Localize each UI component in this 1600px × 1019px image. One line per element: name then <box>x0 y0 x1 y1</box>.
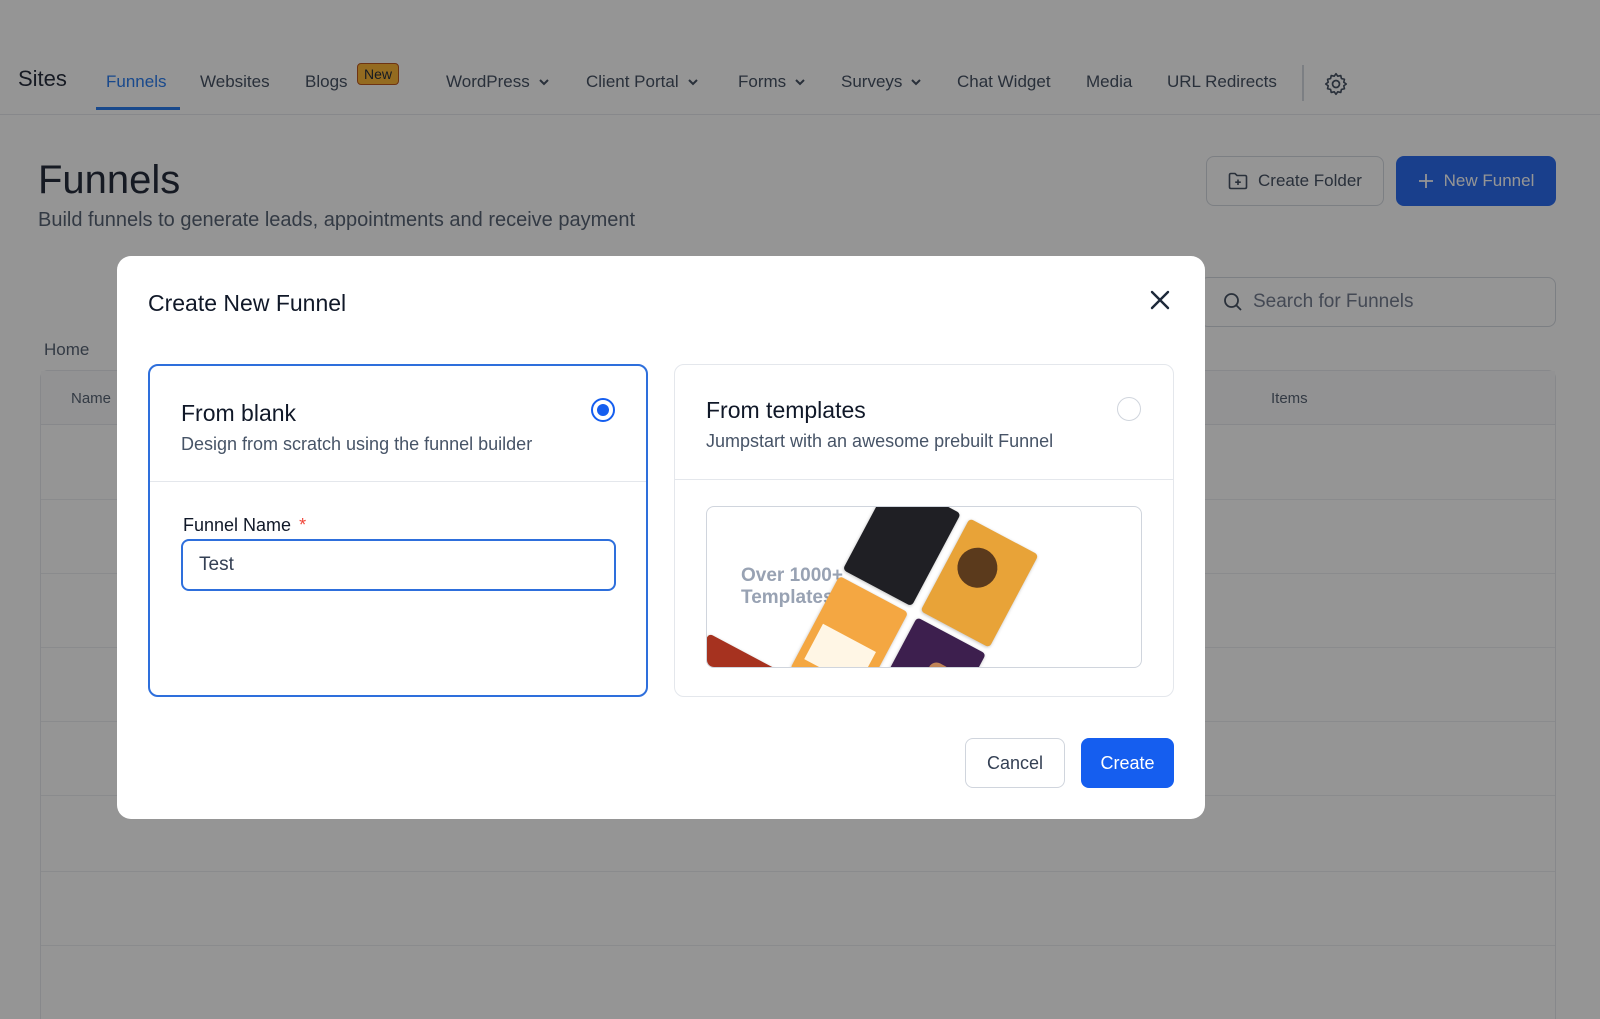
create-funnel-dialog: Create New Funnel From blank Design from… <box>117 256 1205 819</box>
create-button[interactable]: Create <box>1081 738 1174 788</box>
template-thumbnail <box>707 633 779 667</box>
option-description: Jumpstart with an awesome prebuilt Funne… <box>706 431 1054 451</box>
templates-preview-image: Over 1000+ Templates <box>706 506 1142 668</box>
from-templates-option[interactable]: From templates Jumpstart with an awesome… <box>674 364 1174 697</box>
required-mark: * <box>299 515 307 535</box>
from-templates-radio[interactable] <box>1117 397 1141 421</box>
option-divider <box>150 481 646 482</box>
funnel-name-input[interactable] <box>181 539 616 591</box>
option-title: From templates <box>706 397 866 423</box>
from-blank-radio[interactable] <box>591 398 615 422</box>
funnel-name-label: Funnel Name * <box>183 515 306 536</box>
option-divider <box>675 479 1173 480</box>
dialog-title: Create New Funnel <box>148 290 347 316</box>
funnel-name-label-text: Funnel Name <box>183 515 292 535</box>
option-title: From blank <box>181 400 297 426</box>
from-blank-option[interactable]: From blank Design from scratch using the… <box>148 364 648 697</box>
close-icon[interactable] <box>1148 288 1172 312</box>
template-thumbnails <box>707 507 1141 667</box>
cancel-button[interactable]: Cancel <box>965 738 1065 788</box>
option-description: Design from scratch using the funnel bui… <box>181 434 533 454</box>
